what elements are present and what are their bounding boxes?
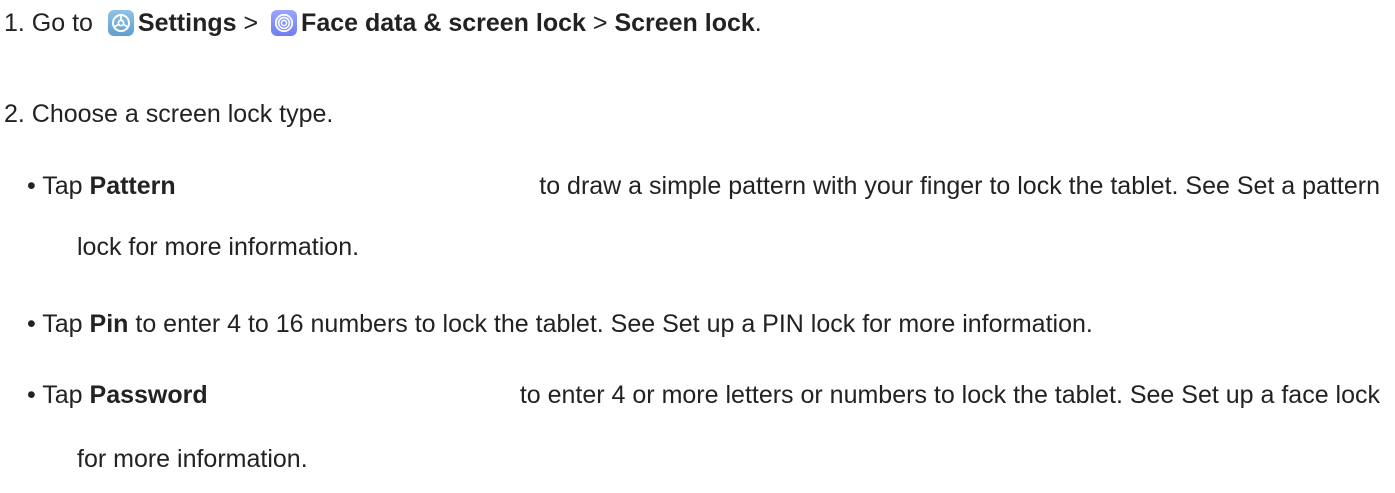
bullet-password-line-1: • Tap Password to enter 4 or more letter… (27, 380, 1380, 410)
bullet-pattern-line-1: • Tap Pattern to draw a simple pattern w… (27, 171, 1380, 201)
bullet-pattern-text: to draw a simple pattern with your finge… (539, 172, 1380, 200)
bullet-lead: Tap (42, 310, 83, 338)
bullet-pin-text: to enter 4 to 16 numbers to lock the tab… (135, 310, 1093, 338)
pin-label: Pin (89, 310, 129, 338)
face-data-icon (271, 10, 298, 36)
bullet-password-text: to enter 4 or more letters or numbers to… (519, 381, 1380, 409)
separator-1: > (243, 9, 259, 37)
bullet-mark: • (27, 381, 36, 409)
step-2: 2. Choose a screen lock type. (4, 100, 334, 128)
screen-lock-label: Screen lock (614, 9, 755, 37)
bullet-mark: • (27, 310, 36, 338)
step-1-prefix: 1. Go to (4, 9, 93, 37)
bullet-password-line-2: for more information. (77, 445, 308, 473)
document-page: 1. Go to Settings > Face data & screen l… (0, 0, 1395, 493)
step-1: 1. Go to Settings > Face data & screen l… (4, 8, 762, 38)
settings-label: Settings (137, 9, 237, 37)
password-label: Password (89, 381, 208, 409)
face-data-label: Face data & screen lock (301, 9, 586, 37)
pattern-label: Pattern (89, 172, 176, 200)
bullet-lead: Tap (42, 381, 83, 409)
step-1-end: . (754, 9, 762, 37)
bullet-pin: • Tap Pin to enter 4 to 16 numbers to lo… (27, 309, 1093, 339)
separator-2: > (592, 9, 608, 37)
bullet-pattern-line-2: lock for more information. (77, 233, 360, 261)
bullet-mark: • (27, 172, 36, 200)
settings-icon (107, 10, 134, 36)
bullet-lead: Tap (42, 172, 83, 200)
